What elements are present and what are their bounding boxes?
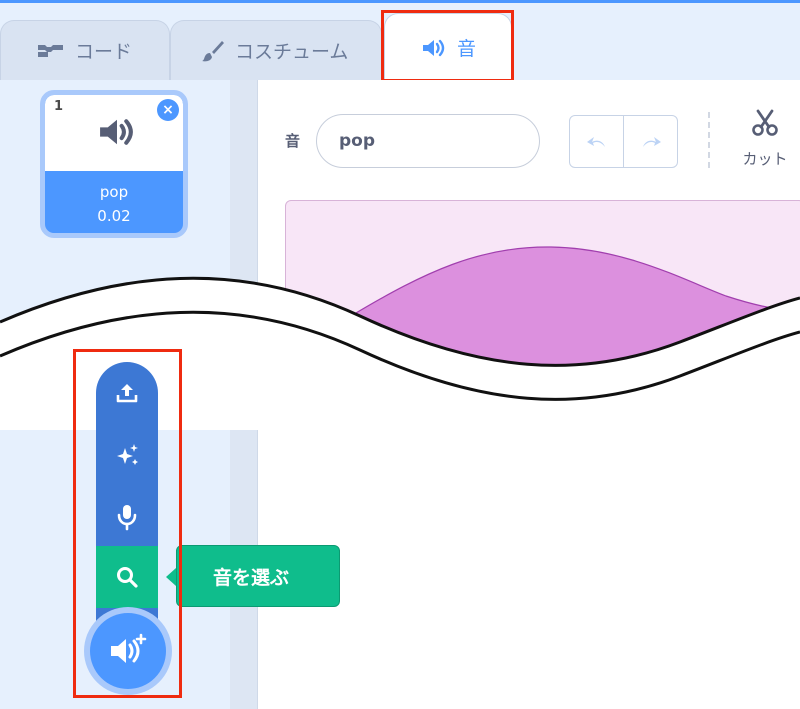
paintbrush-icon (202, 40, 224, 61)
redo-button[interactable] (623, 115, 678, 168)
cut-button[interactable]: カット (735, 108, 795, 169)
delete-sound-button[interactable]: × (157, 99, 179, 121)
cut-label: カット (742, 150, 788, 168)
choose-sound-tooltip: 音を選ぶ (176, 545, 340, 607)
upload-icon (116, 384, 138, 403)
record-button[interactable] (96, 486, 158, 548)
upload-sound-button[interactable] (96, 362, 158, 424)
sound-name-label: 音 (285, 132, 301, 150)
sound-index: 1 (54, 99, 64, 114)
tab-costumes-label: コスチューム (235, 41, 349, 63)
code-blocks-icon (38, 44, 63, 57)
top-accent-bar (0, 0, 800, 3)
sound-item-name: pop (99, 183, 129, 201)
toolbar-divider (708, 112, 710, 168)
tab-code[interactable]: コード (0, 20, 170, 80)
tab-sounds-label: 音 (457, 38, 477, 60)
tooltip-arrow (166, 568, 176, 586)
speaker-icon (100, 119, 133, 145)
tab-code-label: コード (75, 41, 133, 63)
speaker-icon (423, 39, 445, 56)
sound-name-input[interactable]: pop (316, 114, 540, 168)
close-icon: × (162, 102, 174, 118)
scissors-icon (752, 109, 778, 136)
microphone-icon (117, 505, 137, 531)
surprise-button[interactable] (96, 424, 158, 486)
add-sound-button[interactable] (90, 613, 166, 689)
tab-sounds[interactable]: 音 (384, 13, 512, 81)
sparkle-icon (117, 444, 138, 465)
tab-costumes[interactable]: コスチューム (170, 20, 382, 80)
choose-sound-button[interactable] (96, 546, 158, 608)
add-sound-icon (111, 633, 147, 663)
sound-item-duration: 0.02 (97, 207, 131, 225)
sound-item-pop[interactable]: 1 × pop 0.02 (40, 90, 188, 238)
undo-button[interactable] (569, 115, 624, 168)
redo-icon (642, 136, 661, 147)
search-icon (117, 567, 138, 588)
undo-icon (586, 136, 605, 147)
